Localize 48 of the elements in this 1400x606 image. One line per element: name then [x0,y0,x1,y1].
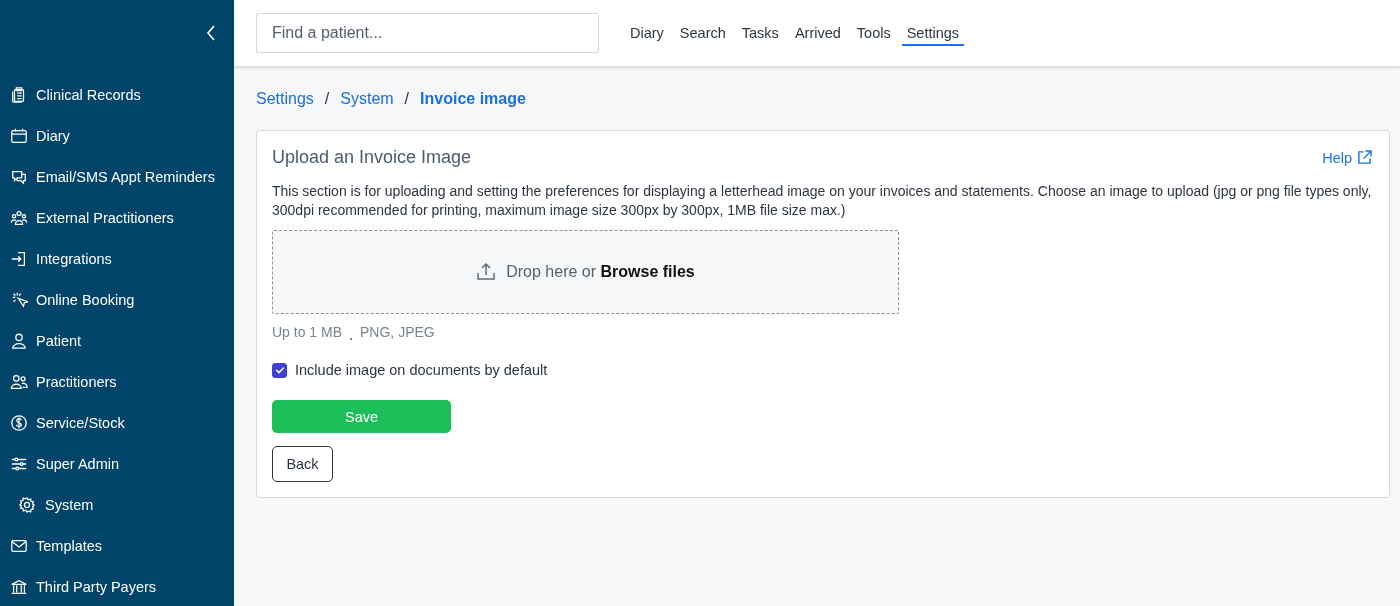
sidebar-item[interactable]: External Practitioners [0,197,234,238]
limit-text: PNG, JPEG [360,324,435,340]
card-title: Upload an Invoice Image [272,147,472,168]
breadcrumb-separator: / [404,90,410,108]
people-icon [10,372,28,391]
sign-in-icon [10,249,28,268]
bank-icon [10,577,28,596]
nav-tab[interactable]: Tools [851,20,896,46]
people-group-icon [10,208,28,227]
dollar-circle-icon [10,413,28,432]
back-button[interactable]: Back [272,446,333,482]
search-field[interactable]: Find a patient... [256,13,599,53]
checkbox-label: Include image on documents by default [295,362,548,378]
drop-zone[interactable]: Drop here or Browse files [272,230,899,314]
breadcrumb-link[interactable]: Invoice image [420,90,526,108]
chevron-left-icon[interactable] [206,24,216,42]
sidebar-item[interactable]: Third Party Payers [0,566,234,606]
sidebar-item[interactable]: Super Admin [0,443,234,484]
breadcrumb-link[interactable]: System [340,90,394,108]
limit-text: Up to 1 MB [272,324,343,340]
breadcrumb-separator: / [324,90,330,108]
person-icon [10,331,28,350]
breadcrumb-link[interactable]: Settings [256,90,314,108]
upload-icon [476,262,497,282]
nav-tab[interactable]: Settings [901,20,965,46]
sidebar-item[interactable]: Templates [0,525,234,566]
sidebar-item[interactable]: Patient [0,320,234,361]
checkmark-icon [273,364,286,376]
nav-tab[interactable]: Arrived [789,20,846,46]
sidebar-item[interactable]: Integrations [0,238,234,279]
help-link[interactable]: Help [1322,149,1374,166]
sidebar-item[interactable]: Practitioners [0,361,234,402]
gear-icon [18,495,36,514]
sidebar-item[interactable]: Clinical Records [0,74,234,115]
checkbox[interactable] [272,362,287,378]
sidebar-item[interactable]: Diary [0,115,234,156]
drop-text: Drop here or Browse files [506,263,695,281]
sidebar-item[interactable]: Email/SMS Appt Reminders [0,156,234,197]
sidebar-item[interactable]: Online Booking [0,279,234,320]
external-link-icon [1357,150,1372,165]
sidebar-item[interactable]: System [0,484,234,525]
nav-tab[interactable]: Search [674,20,731,46]
calendar-icon [10,126,28,145]
description: This section is for uploading and setting the preferences for displaying a letterhead image on your invoices and statements. Choose an image to upload (jpg or png file types only, 300dpi recommended for printing, maximum image size 300px by 300px, 1MB file size max.) [272,182,1373,220]
nav-tab[interactable]: Tasks [736,20,784,46]
cursor-click-icon [10,290,28,309]
sidebar-item[interactable]: Service/Stock [0,402,234,443]
nav-tab[interactable]: Diary [625,20,669,46]
